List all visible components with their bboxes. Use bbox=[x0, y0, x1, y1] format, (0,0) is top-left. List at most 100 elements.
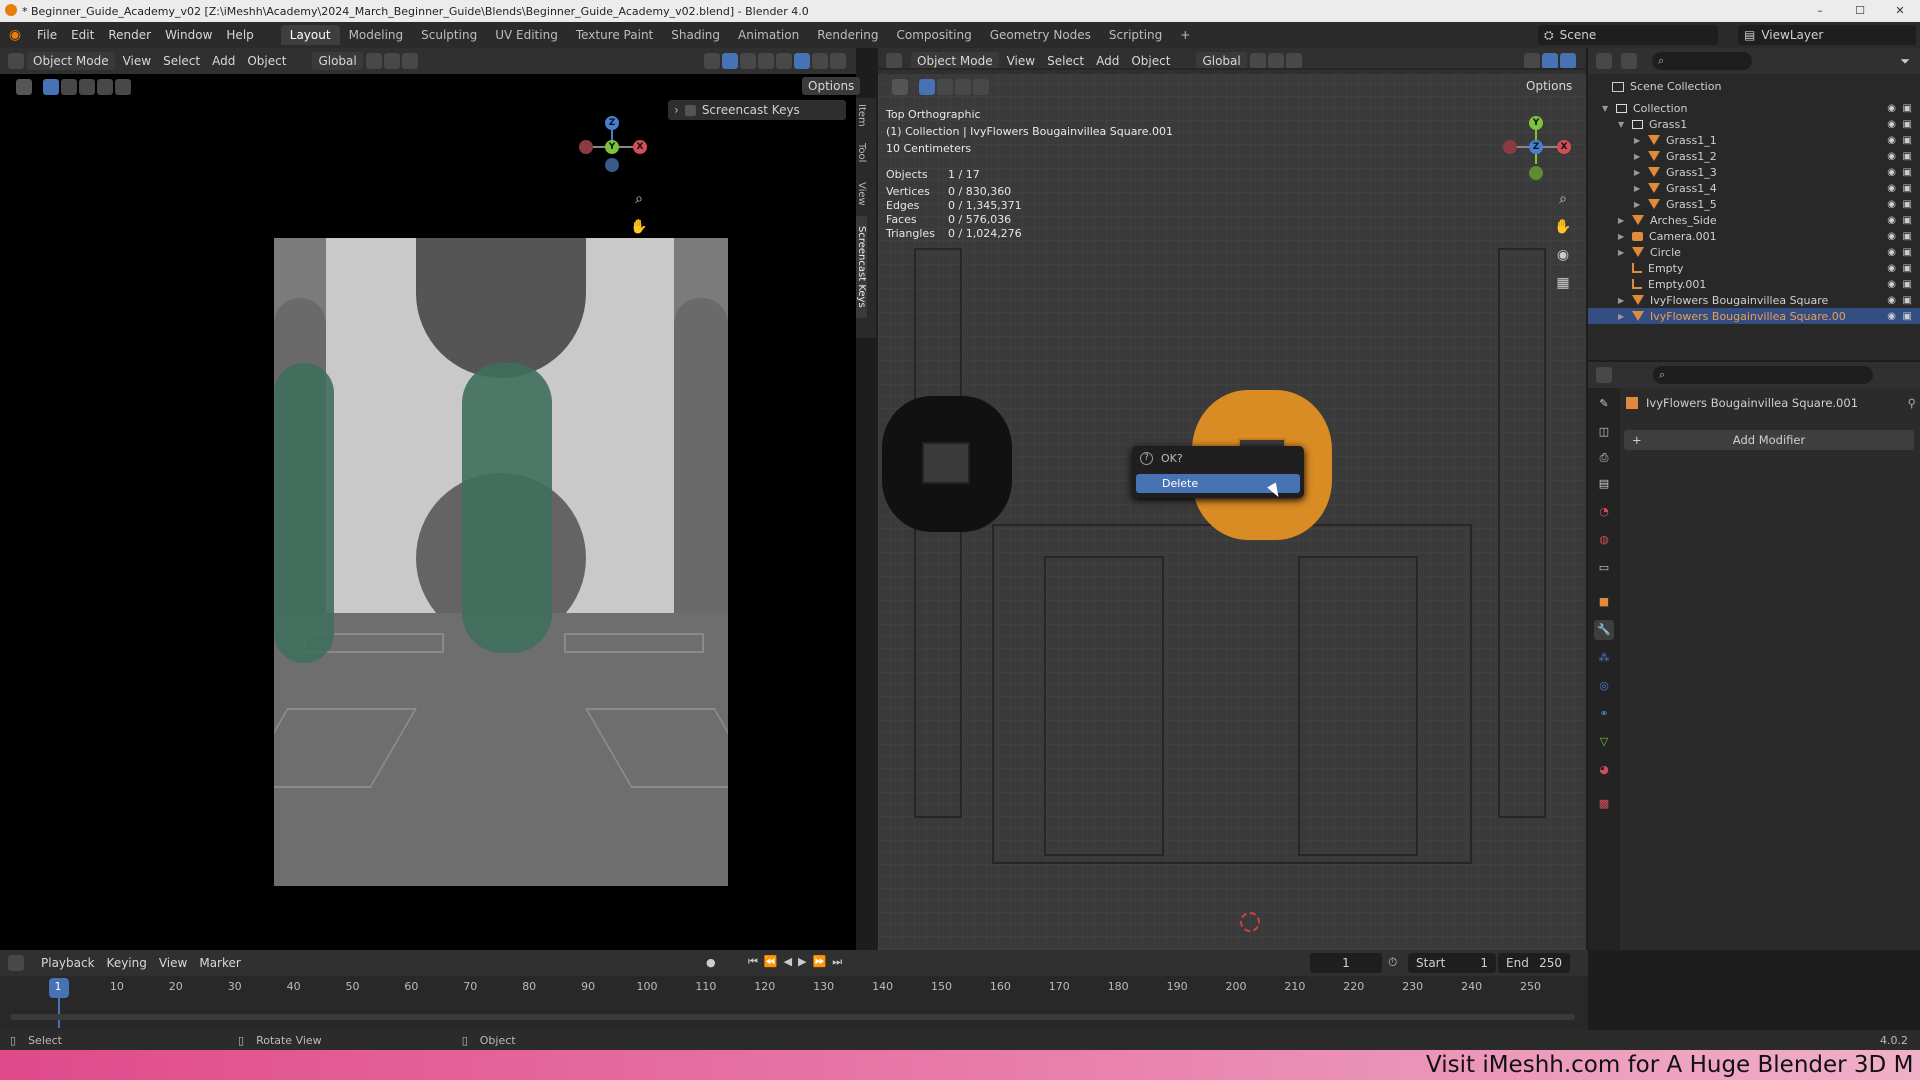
scene-tab-icon[interactable]: ◔ bbox=[1594, 502, 1614, 522]
select-extend-icon[interactable] bbox=[937, 79, 953, 95]
outliner-row[interactable]: ▶ Grass1_3 ◉ ▣ bbox=[1588, 164, 1920, 180]
gizmo-y-axis[interactable]: Y bbox=[605, 140, 619, 154]
right-viewport[interactable]: Object Mode View Select Add Object Globa… bbox=[878, 48, 1586, 950]
outliner-row[interactable]: ▶ Camera.001 ◉ ▣ bbox=[1588, 228, 1920, 244]
outliner-row[interactable]: ▶ Grass1_1 ◉ ▣ bbox=[1588, 132, 1920, 148]
wireframe-shading-icon[interactable] bbox=[776, 53, 792, 69]
material-shading-icon[interactable] bbox=[812, 53, 828, 69]
material-tab-icon[interactable]: ◕ bbox=[1594, 760, 1614, 780]
tab-scripting[interactable]: Scripting bbox=[1100, 25, 1171, 45]
transform-orientation-dropdown[interactable]: Global bbox=[312, 52, 363, 70]
outliner-row[interactable]: ▶ Circle ◉ ▣ bbox=[1588, 244, 1920, 260]
maximize-button[interactable]: ☐ bbox=[1840, 0, 1880, 22]
view-layer-tab-icon[interactable]: ▤ bbox=[1594, 474, 1614, 494]
visibility-icon[interactable] bbox=[1524, 53, 1540, 69]
outliner-row[interactable]: ▶ Grass1_2 ◉ ▣ bbox=[1588, 148, 1920, 164]
render-visibility-icon[interactable]: ▣ bbox=[1903, 199, 1912, 210]
world-tab-icon[interactable]: ◍ bbox=[1594, 530, 1614, 550]
visibility-eye-icon[interactable]: ◉ bbox=[1887, 231, 1896, 242]
physics-tab-icon[interactable]: ◎ bbox=[1594, 676, 1614, 696]
overlay-icon[interactable] bbox=[740, 53, 756, 69]
editor-type-icon[interactable] bbox=[886, 53, 902, 69]
gizmo-y-axis[interactable]: Y bbox=[1529, 116, 1543, 130]
gizmo-z-axis[interactable]: Z bbox=[605, 116, 619, 130]
gizmo-x-axis[interactable]: X bbox=[1557, 140, 1571, 154]
minimize-button[interactable]: – bbox=[1800, 0, 1840, 22]
visibility-eye-icon[interactable]: ◉ bbox=[1887, 103, 1896, 114]
zoom-icon[interactable]: ⌕ bbox=[628, 188, 650, 210]
pivot-icon[interactable] bbox=[365, 53, 382, 69]
visibility-eye-icon[interactable]: ◉ bbox=[1887, 199, 1896, 210]
expand-arrow-icon[interactable]: ▶ bbox=[1634, 152, 1648, 161]
xray-icon[interactable] bbox=[758, 53, 774, 69]
object-tab-icon[interactable]: ■ bbox=[1594, 592, 1614, 612]
expand-arrow-icon[interactable]: ▶ bbox=[1634, 184, 1648, 193]
record-icon[interactable]: ● bbox=[706, 956, 716, 969]
sidebar-tab-item[interactable]: Item bbox=[856, 98, 867, 133]
select-tool-icon[interactable] bbox=[892, 79, 908, 95]
editor-type-icon[interactable] bbox=[1596, 367, 1612, 383]
texture-tab-icon[interactable]: ▩ bbox=[1594, 794, 1614, 814]
screencast-keys-panel[interactable]: › Screencast Keys bbox=[668, 100, 846, 120]
camera-view-icon[interactable]: ◉ bbox=[1552, 244, 1574, 266]
menu-edit[interactable]: Edit bbox=[64, 28, 101, 42]
render-visibility-icon[interactable]: ▣ bbox=[1903, 103, 1912, 114]
tab-shading[interactable]: Shading bbox=[662, 25, 729, 45]
menu-help[interactable]: Help bbox=[219, 28, 260, 42]
display-mode-icon[interactable] bbox=[1621, 53, 1637, 69]
render-visibility-icon[interactable]: ▣ bbox=[1903, 295, 1912, 306]
timeline-view-menu[interactable]: View bbox=[153, 954, 193, 972]
expand-arrow-icon[interactable]: ▶ bbox=[1618, 312, 1632, 321]
render-visibility-icon[interactable]: ▣ bbox=[1903, 167, 1912, 178]
current-frame-field[interactable]: 1 bbox=[1310, 953, 1382, 973]
blender-menu-icon[interactable]: ◉ bbox=[0, 27, 30, 43]
menu-window[interactable]: Window bbox=[158, 28, 219, 42]
editor-type-icon[interactable] bbox=[8, 955, 24, 971]
collection-tab-icon[interactable]: ▭ bbox=[1594, 558, 1614, 578]
render-tab-icon[interactable]: ◫ bbox=[1594, 422, 1614, 442]
sidebar-tab-tool[interactable]: Tool bbox=[856, 133, 867, 172]
data-tab-icon[interactable]: ▽ bbox=[1594, 732, 1614, 752]
grid-toggle-icon[interactable]: ▦ bbox=[1552, 272, 1574, 294]
visibility-eye-icon[interactable]: ◉ bbox=[1887, 215, 1896, 226]
options-dropdown[interactable]: Options bbox=[802, 77, 861, 95]
visibility-eye-icon[interactable]: ◉ bbox=[1887, 167, 1896, 178]
start-frame-field[interactable]: Start 1 bbox=[1408, 953, 1496, 973]
outliner-row[interactable]: ▶ IvyFlowers Bougainvillea Square ◉ ▣ bbox=[1588, 292, 1920, 308]
tab-sculpting[interactable]: Sculpting bbox=[412, 25, 486, 45]
render-visibility-icon[interactable]: ▣ bbox=[1903, 311, 1912, 322]
select-subtract-icon[interactable] bbox=[955, 79, 971, 95]
outliner-row[interactable]: ▼ Grass1 ◉ ▣ bbox=[1588, 116, 1920, 132]
expand-arrow-icon[interactable]: ▼ bbox=[1602, 104, 1616, 113]
select-menu[interactable]: Select bbox=[157, 52, 206, 70]
render-visibility-icon[interactable]: ▣ bbox=[1903, 215, 1912, 226]
gizmo-x-axis[interactable]: X bbox=[633, 140, 647, 154]
select-invert-icon[interactable] bbox=[973, 79, 989, 95]
visibility-eye-icon[interactable]: ◉ bbox=[1887, 295, 1896, 306]
tab-layout[interactable]: Layout bbox=[280, 25, 340, 45]
viewlayer-selector[interactable]: ▤ ViewLayer bbox=[1738, 25, 1916, 45]
proportional-edit-icon[interactable] bbox=[1285, 53, 1302, 69]
expand-arrow-icon[interactable]: ▶ bbox=[1634, 200, 1648, 209]
add-workspace-button[interactable]: + bbox=[1171, 25, 1199, 45]
pan-hand-icon[interactable]: ✋ bbox=[1552, 216, 1574, 238]
tab-texture-paint[interactable]: Texture Paint bbox=[567, 25, 662, 45]
render-visibility-icon[interactable]: ▣ bbox=[1903, 135, 1912, 146]
visibility-eye-icon[interactable]: ◉ bbox=[1887, 135, 1896, 146]
keying-menu[interactable]: Keying bbox=[101, 954, 153, 972]
rendered-shading-icon[interactable] bbox=[830, 53, 846, 69]
tab-animation[interactable]: Animation bbox=[729, 25, 808, 45]
visibility-eye-icon[interactable]: ◉ bbox=[1887, 247, 1896, 258]
gizmo-z-axis[interactable]: Z bbox=[1529, 140, 1543, 154]
object-mode-dropdown[interactable]: Object Mode bbox=[27, 52, 115, 70]
tab-compositing[interactable]: Compositing bbox=[887, 25, 980, 45]
frame-ruler[interactable]: 1 10 20 30 40 50 60 70 80 90 100 110 120 130 140 150 160… bbox=[0, 980, 1588, 1000]
pan-hand-icon[interactable]: ✋ bbox=[628, 216, 650, 238]
end-frame-field[interactable]: End 250 bbox=[1498, 953, 1570, 973]
solid-shading-icon[interactable] bbox=[794, 53, 810, 69]
outliner-search-input[interactable]: ⌕ bbox=[1652, 52, 1752, 70]
expand-arrow-icon[interactable]: ▶ bbox=[1618, 232, 1632, 241]
marker-menu[interactable]: Marker bbox=[193, 954, 246, 972]
add-modifier-button[interactable]: + Add Modifier bbox=[1624, 430, 1914, 450]
expand-arrow-icon[interactable]: ▶ bbox=[1618, 248, 1632, 257]
